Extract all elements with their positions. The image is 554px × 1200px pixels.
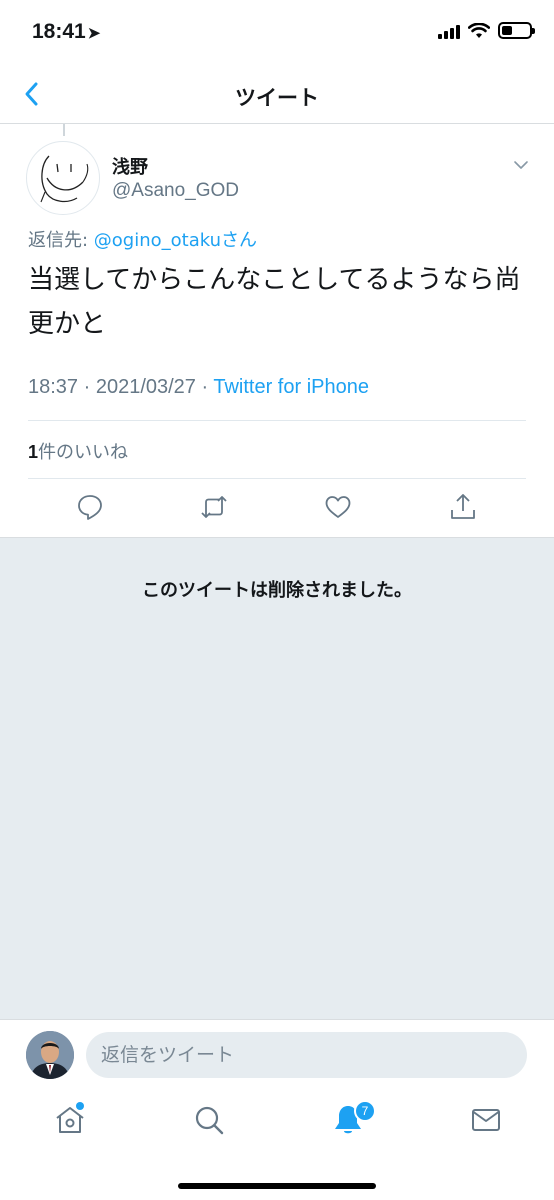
thread-connector-line [63,124,65,136]
divider [28,420,526,421]
nav-header: ツイート [0,64,554,124]
location-arrow-icon: ➤ [87,25,101,42]
tweet-source-link[interactable]: Twitter for iPhone [213,376,369,398]
reply-input[interactable] [86,1032,527,1078]
reply-to-suffix: さん [221,230,258,251]
tweet-actions [0,492,554,528]
cellular-signal-icon [438,23,460,39]
retweet-button[interactable] [199,492,229,522]
tweet-meta: 18:37 · 2021/03/27 · Twitter for iPhone [28,376,369,399]
page-title: ツイート [235,86,319,110]
user-handle[interactable]: @Asano_GOD [112,180,239,202]
reply-to-line: 返信先: @ogino_otakuさん [28,226,257,252]
status-time: 18:41 ➤ [32,20,100,44]
reply-to-mention[interactable]: @ogino_otaku [94,230,221,251]
tweet-timestamp: 18:37 · 2021/03/27 · [28,376,214,398]
reply-icon [78,495,102,520]
chevron-down-icon [514,161,528,169]
like-button[interactable] [323,492,353,522]
share-icon [451,494,475,519]
share-button[interactable] [448,492,478,522]
avatar[interactable] [26,141,100,215]
retweet-icon [201,496,227,518]
search-icon [195,1106,224,1135]
clock-text: 18:41 [32,20,86,43]
notification-badge: 7 [354,1100,376,1122]
like-count-number: 1 [28,442,39,462]
more-options-button[interactable] [510,154,532,176]
deleted-tweet-notice: このツイートは削除されました。 [142,580,412,601]
user-photo-icon [26,1031,74,1079]
new-tweets-dot [76,1102,84,1110]
divider [28,478,526,479]
home-indicator [178,1183,376,1189]
tab-messages[interactable] [469,1103,503,1137]
display-name[interactable]: 浅野 [112,153,148,179]
likes-count[interactable]: 1件のいいね [28,438,128,464]
smiley-face-avatar-icon [40,155,89,203]
like-count-label: 件のいいね [38,442,129,463]
wifi-icon [468,22,490,38]
status-bar: 18:41 ➤ [0,0,554,64]
like-icon [325,496,351,518]
tab-search[interactable] [192,1103,226,1137]
tab-bar: 7 [0,1091,554,1161]
reply-to-prefix: 返信先: [28,230,94,251]
deleted-tweet-area: このツイートは削除されました。 [0,537,554,1019]
battery-icon [498,22,535,39]
reply-bar [0,1019,554,1091]
current-user-avatar[interactable] [26,1031,74,1079]
status-icons [438,22,535,39]
reply-button[interactable] [75,492,105,522]
tweet-text: 当選してからこんなことしてるようなら尚更かと [28,265,521,339]
messages-icon [472,1109,500,1131]
